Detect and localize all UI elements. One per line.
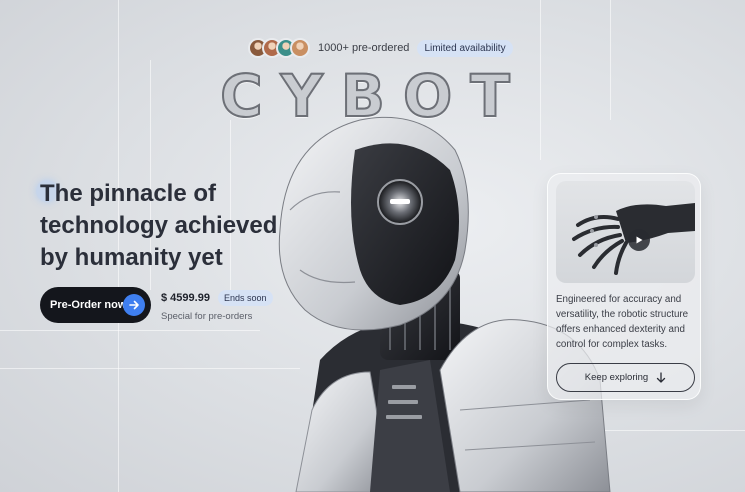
hero-headline: The pinnacle of technology achieved by h…: [40, 180, 278, 271]
availability-badge: Limited availability: [417, 39, 513, 57]
price: $ 4599.99: [161, 292, 210, 304]
arrow-right-icon: [123, 294, 145, 316]
card-video-thumbnail[interactable]: [556, 181, 695, 283]
explore-label: Keep exploring: [584, 372, 649, 383]
card-description: Engineered for accuracy and versatility,…: [556, 294, 689, 350]
feature-card: Engineered for accuracy and versatility,…: [547, 173, 701, 400]
preordered-count: 1000+ pre-ordered: [318, 42, 410, 54]
avatar: [290, 38, 310, 58]
keep-exploring-button[interactable]: Keep exploring: [556, 363, 695, 392]
special-note: Special for pre-orders: [161, 311, 253, 322]
preorder-button[interactable]: Pre-Order now: [40, 287, 151, 323]
avatar-group: [248, 38, 310, 58]
ends-soon-badge: Ends soon: [218, 290, 273, 306]
robot-hand-image: [572, 203, 695, 275]
arrow-down-icon: [657, 371, 666, 383]
social-proof: 1000+ pre-ordered Limited availability: [248, 37, 513, 59]
preorder-label: Pre-Order now: [50, 299, 127, 311]
play-icon[interactable]: [628, 229, 650, 251]
